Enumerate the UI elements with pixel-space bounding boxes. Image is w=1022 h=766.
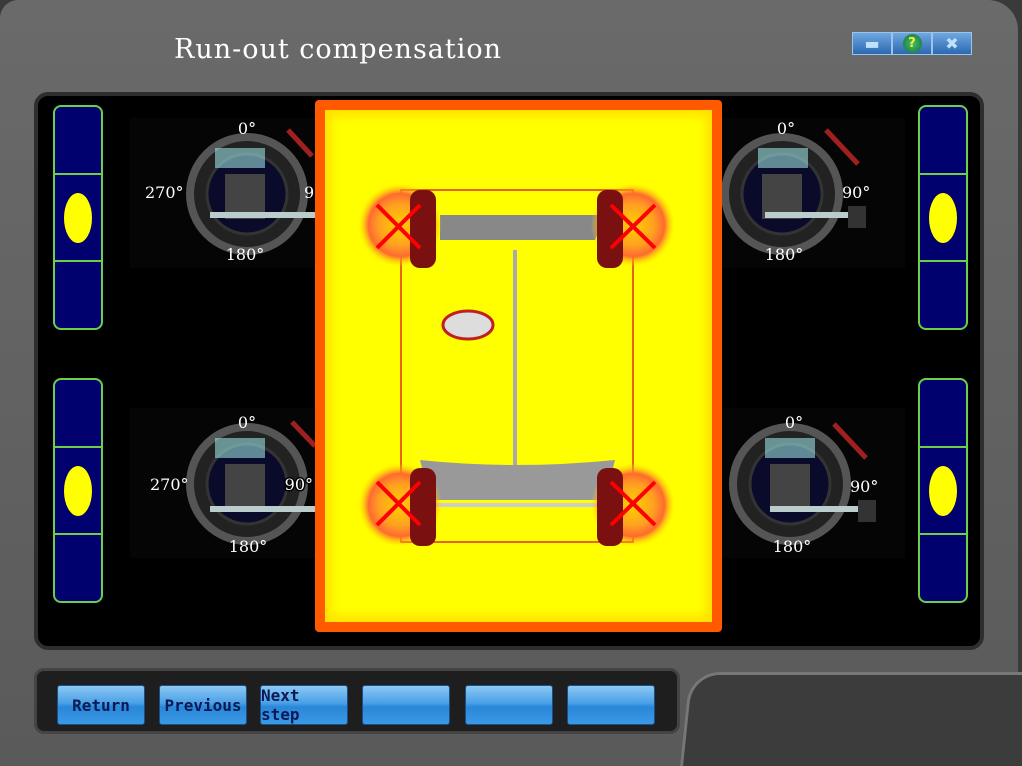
next-step-button[interactable]: Next step [260,685,348,725]
indicator-front-left [53,105,103,330]
vehicle-status-panel [315,100,722,632]
angle-right-label: 90° [304,183,315,202]
page-title: Run-out compensation [174,34,503,65]
wheel-rear-right [591,463,675,547]
wheel-diagram-front-right: 0° 90° 180° [720,118,905,268]
decorative-corner-panel [680,672,1022,766]
indicator-rear-right [918,378,968,603]
bottom-toolbar: Return Previous Next step [34,668,680,734]
angle-bottom-label: 180° [229,537,268,556]
wheel-front-left [358,183,442,268]
angle-bottom-label: 180° [765,245,804,264]
close-icon: ✖ [945,34,959,53]
angle-right-label: 90° [842,183,870,202]
blank-button-4[interactable] [362,685,450,725]
help-icon: ? [902,34,922,53]
angle-right-label: 90° [850,477,878,496]
angle-top-label: 0° [238,119,256,138]
blank-button-5[interactable] [465,685,553,725]
wheel-diagram-rear-right: 0° 90° 180° [720,408,905,558]
wheel-diagram-rear-left: 0° 270° 90° 180° [130,408,317,558]
angle-top-label: 0° [777,119,795,138]
minimize-button[interactable]: ▬ [852,32,892,55]
minimize-icon: ▬ [864,34,880,53]
level-dot [64,192,92,243]
angle-top-label: 0° [238,413,256,432]
previous-button[interactable]: Previous [159,685,247,725]
wheel-front-right [591,183,675,268]
wheel-diagram-front-left: 0° 270° 90° 180° [130,118,332,268]
angle-left-label: 270° [145,183,184,202]
angle-right-label: 90° [285,475,313,494]
wheel-rear-left [358,463,442,547]
angle-left-label: 270° [150,475,189,494]
level-dot [929,465,957,516]
level-dot [64,465,92,516]
vehicle-chassis-diagram [358,183,675,547]
help-button[interactable]: ? [892,32,932,55]
window-controls: ▬ ? ✖ [852,32,972,55]
angle-bottom-label: 180° [773,537,812,556]
angle-bottom-label: 180° [226,245,265,264]
close-button[interactable]: ✖ [932,32,972,55]
indicator-rear-left [53,378,103,603]
return-button[interactable]: Return [57,685,145,725]
level-dot [929,192,957,243]
angle-top-label: 0° [785,413,803,432]
indicator-front-right [918,105,968,330]
blank-button-6[interactable] [567,685,655,725]
